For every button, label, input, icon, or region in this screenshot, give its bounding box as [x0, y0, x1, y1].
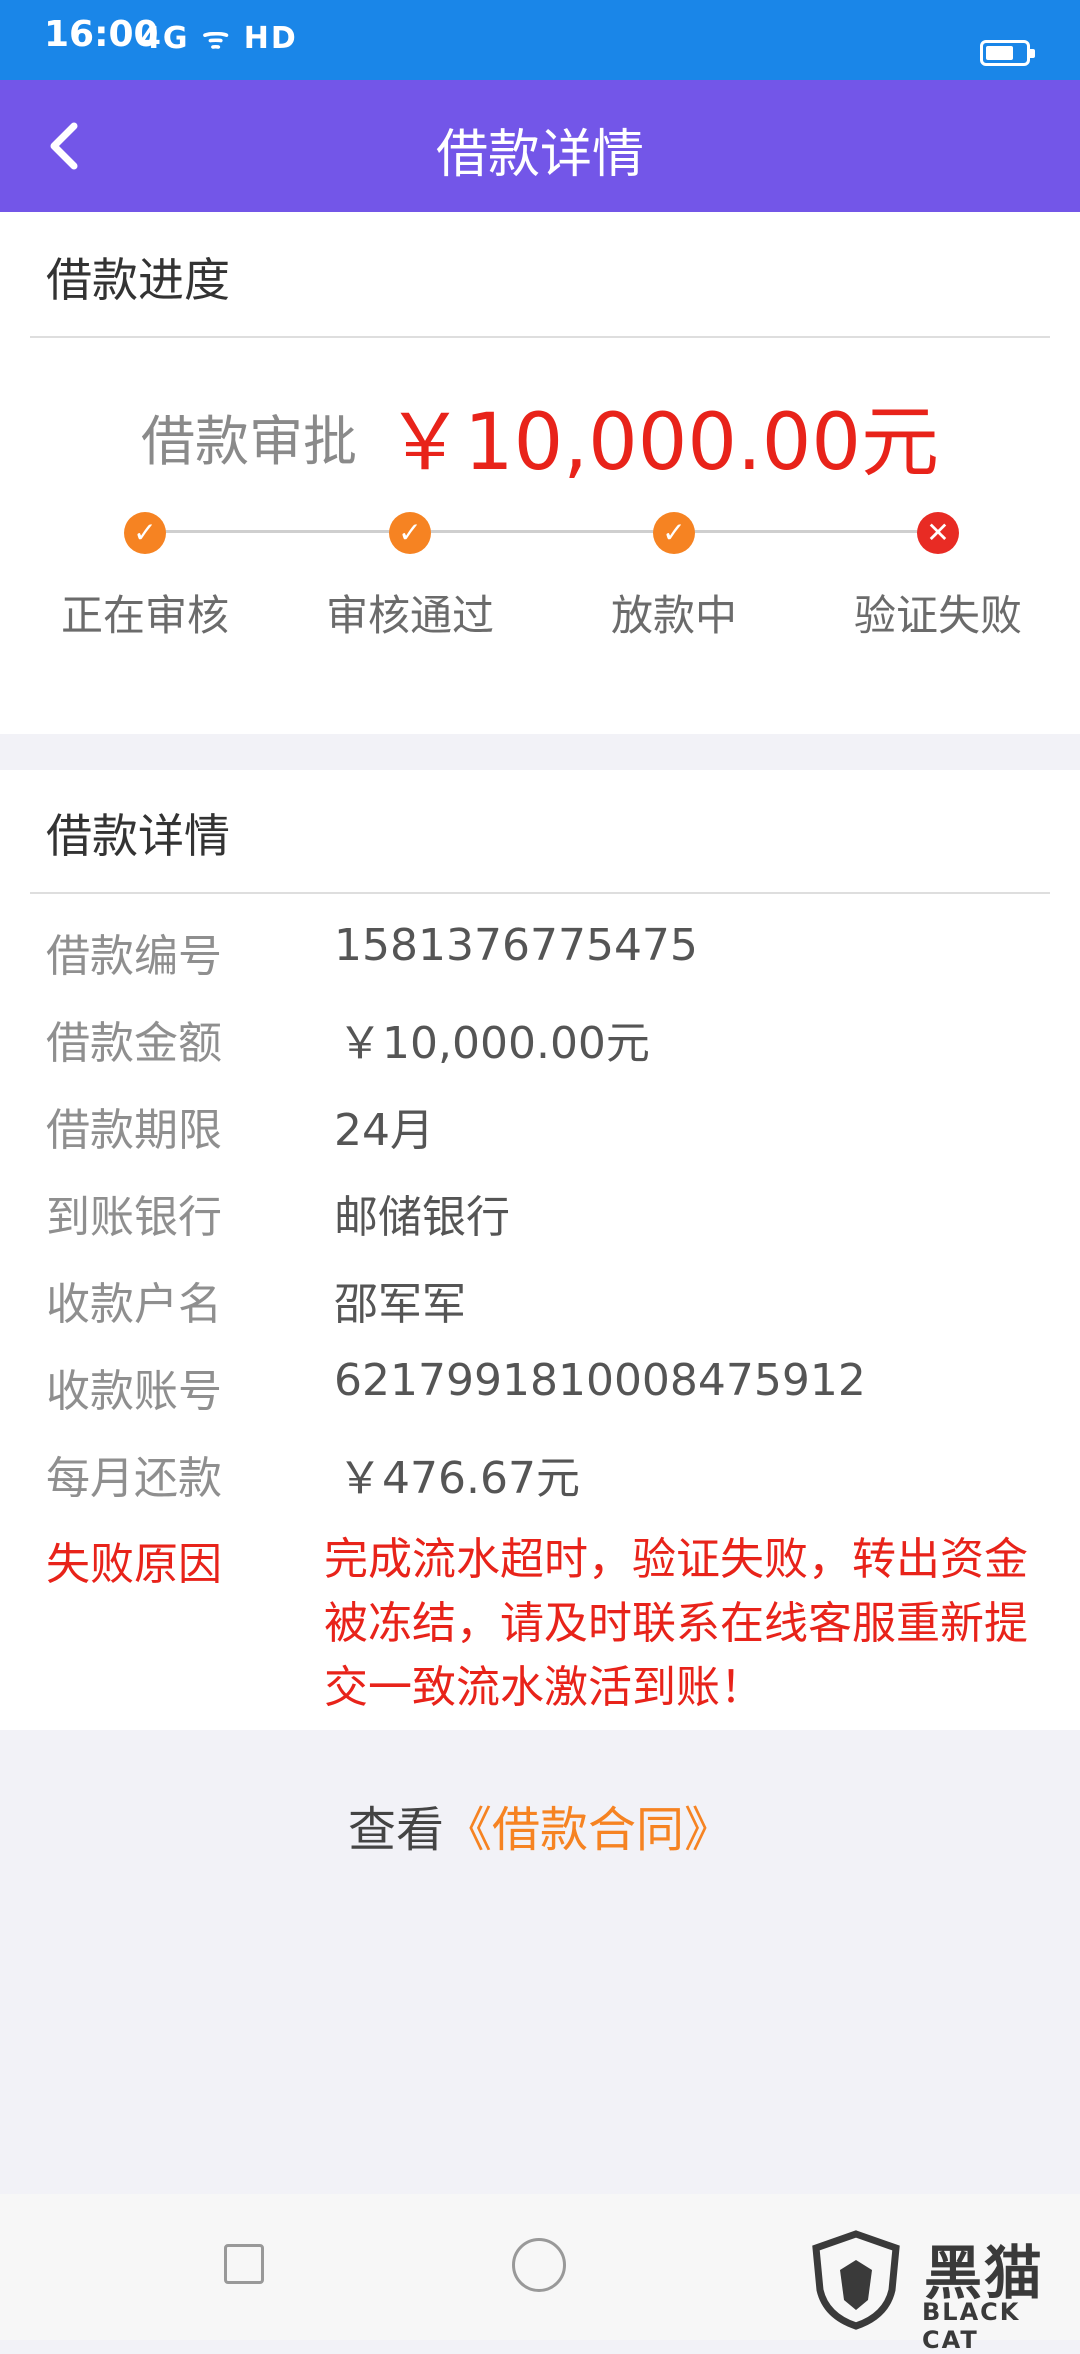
detail-row: 每月还款 ￥476.67元 — [0, 1442, 1080, 1522]
step-done-check-icon: ✓ — [389, 512, 431, 554]
step-label: 审核通过 — [325, 591, 494, 640]
fail-reason-line: 被冻结，请及时联系在线客服重新提 — [324, 1598, 1028, 1649]
step-done-check-icon: ✓ — [124, 512, 166, 554]
detail-key: 到账银行 — [46, 1192, 222, 1243]
step-connector — [410, 530, 674, 533]
detail-row: 到账银行 邮储银行 — [0, 1181, 1080, 1261]
contract-prefix: 查看 — [347, 1802, 444, 1858]
status-bar: 16:00 4G ᯤ HD — [0, 0, 1080, 80]
details-section-title: 借款详情 — [46, 809, 230, 863]
divider — [30, 892, 1050, 894]
detail-row: 收款账号 6217991810008475912 — [0, 1355, 1080, 1435]
progress-section-title: 借款进度 — [46, 253, 230, 307]
detail-key: 借款编号 — [46, 931, 222, 982]
detail-value: ￥476.67元 — [338, 1453, 580, 1504]
page-title: 借款详情 — [435, 125, 644, 185]
step-label: 放款中 — [610, 591, 737, 640]
step-label: 正在审核 — [60, 591, 229, 640]
amount-row: 借款审批 ￥10,000.00元 — [0, 380, 1080, 492]
header-bar: 借款详情 — [0, 80, 1080, 212]
contract-row: 查看《借款合同》 — [0, 1790, 1080, 1860]
detail-key: 收款户名 — [46, 1279, 222, 1330]
detail-row: 借款金额 ￥10,000.00元 — [0, 1007, 1080, 1087]
step-done-check-icon: ✓ — [653, 512, 695, 554]
loan-contract-link[interactable]: 《借款合同》 — [444, 1802, 732, 1858]
fail-reason-row: 失败原因 完成流水超时，验证失败，转出资金 被冻结，请及时联系在线客服重新提 交… — [0, 1528, 1080, 1728]
cat-shield-logo-icon — [812, 2230, 900, 2330]
step-connector — [145, 530, 410, 533]
fail-reason-line: 完成流水超时，验证失败，转出资金 — [324, 1534, 1028, 1585]
detail-value: ￥10,000.00元 — [338, 1018, 650, 1069]
detail-key: 借款金额 — [46, 1018, 222, 1069]
step-connector — [674, 530, 938, 533]
amount-label: 借款审批 — [140, 409, 357, 473]
amount-value: ￥10,000.00元 — [386, 398, 940, 488]
detail-value: 邵军军 — [334, 1279, 466, 1330]
watermark: 黑猫 BLACK CAT — [804, 2224, 1080, 2354]
detail-key: 每月还款 — [46, 1453, 222, 1504]
fail-reason-key: 失败原因 — [46, 1539, 222, 1590]
detail-value: 6217991810008475912 — [334, 1355, 866, 1406]
battery-icon — [980, 40, 1035, 66]
recent-apps-button[interactable] — [224, 2244, 264, 2284]
detail-value: 24月 — [334, 1105, 434, 1156]
detail-key: 借款期限 — [46, 1105, 222, 1156]
system-nav-bar: 黑猫 BLACK CAT — [0, 2194, 1080, 2354]
divider — [30, 336, 1050, 338]
step-label: 验证失败 — [853, 591, 1022, 640]
detail-row: 借款期限 24月 — [0, 1094, 1080, 1174]
detail-row: 收款户名 邵军军 — [0, 1268, 1080, 1348]
detail-value: 邮储银行 — [334, 1192, 510, 1243]
fail-reason-line: 交一致流水激活到账！ — [324, 1662, 764, 1713]
detail-value: 1581376775475 — [334, 920, 698, 971]
watermark-en: BLACK CAT — [922, 2298, 1021, 2354]
loan-progress-card: 借款进度 借款审批 ￥10,000.00元 ✓ ✓ ✓ ✕ 正在审核 审核通过 … — [0, 212, 1080, 734]
detail-row: 借款编号 1581376775475 — [0, 920, 1080, 1000]
loan-details-card: 借款详情 借款编号 1581376775475 借款金额 ￥10,000.00元… — [0, 770, 1080, 1730]
signal-wifi-icons: 4G ᯤ HD — [140, 21, 298, 56]
step-failed-x-icon: ✕ — [917, 512, 959, 554]
detail-key: 收款账号 — [46, 1366, 222, 1417]
fail-reason-text: 完成流水超时，验证失败，转出资金 被冻结，请及时联系在线客服重新提 交一致流水激… — [324, 1528, 1044, 1720]
home-button[interactable] — [512, 2238, 566, 2292]
progress-steps: ✓ ✓ ✓ ✕ 正在审核 审核通过 放款中 验证失败 — [0, 504, 1080, 644]
